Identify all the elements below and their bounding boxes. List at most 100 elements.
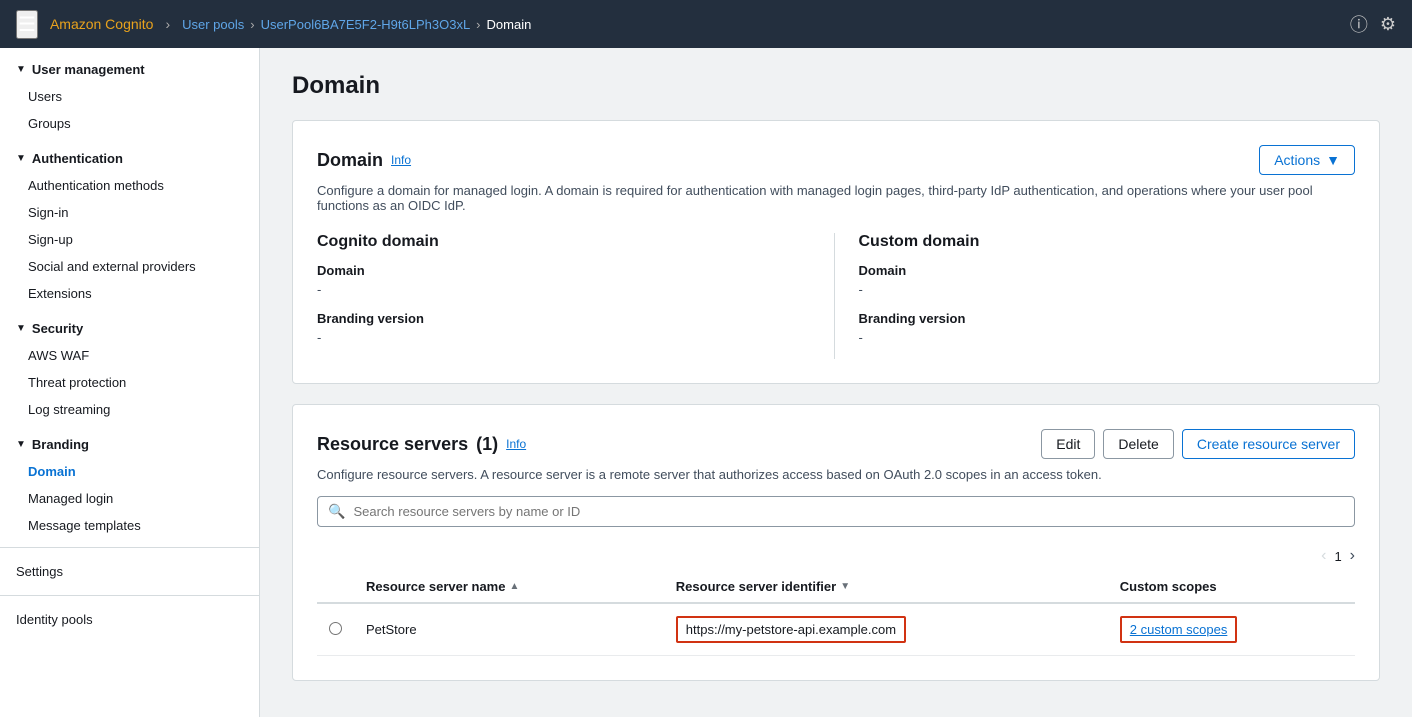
pagination-next-button[interactable]: › (1350, 547, 1355, 565)
page-title: Domain (292, 72, 1380, 100)
rs-card-header: Resource servers (1) Info Edit Delete Cr… (317, 429, 1355, 459)
th-name-label: Resource server name (366, 579, 505, 594)
row-radio-cell (317, 603, 354, 656)
sidebar-section-authentication[interactable]: ▼ Authentication (0, 137, 259, 172)
sidebar-item-managed-login[interactable]: Managed login (0, 485, 259, 512)
row-radio-input[interactable] (329, 622, 342, 635)
sidebar-divider-2 (0, 595, 259, 596)
edit-button[interactable]: Edit (1041, 429, 1095, 459)
sidebar-item-social[interactable]: Social and external providers (0, 253, 259, 280)
domain-card: Domain Info Actions ▼ Configure a domain… (292, 120, 1380, 384)
sidebar-item-identity-pools[interactable]: Identity pools (0, 604, 259, 635)
breadcrumb: User pools › UserPool6BA7E5F2-H9t6LPh3O3… (182, 17, 531, 32)
sidebar-item-settings[interactable]: Settings (0, 556, 259, 587)
th-identifier-label: Resource server identifier (676, 579, 836, 594)
search-bar: 🔍 (317, 496, 1355, 527)
sidebar-item-domain[interactable]: Domain (0, 458, 259, 485)
breadcrumb-arrow-1: › (165, 16, 170, 32)
pagination-prev-button[interactable]: ‹ (1321, 547, 1326, 565)
cognito-branding-label: Branding version (317, 311, 814, 326)
pagination: ‹ 1 › (1321, 547, 1355, 565)
resource-servers-card: Resource servers (1) Info Edit Delete Cr… (292, 404, 1380, 681)
rs-desc: Configure resource servers. A resource s… (317, 467, 1355, 482)
layout: ▼ User management Users Groups ▼ Authent… (0, 48, 1412, 717)
breadcrumb-sep-2: › (476, 17, 480, 32)
cognito-domain-value: - (317, 282, 814, 297)
sidebar-section-branding[interactable]: ▼ Branding (0, 423, 259, 458)
sidebar-item-extensions[interactable]: Extensions (0, 280, 259, 307)
custom-domain-title: Custom domain (859, 233, 1356, 251)
sidebar-section-authentication-label: Authentication (32, 151, 123, 166)
settings-icon-button[interactable]: ⚙ (1380, 11, 1396, 37)
row-scopes-cell: 2 custom scopes (1108, 603, 1355, 656)
custom-branding-label: Branding version (859, 311, 1356, 326)
rs-count: (1) (476, 434, 498, 455)
domain-card-desc: Configure a domain for managed login. A … (317, 183, 1355, 213)
table-row: PetStore https://my-petstore-api.example… (317, 603, 1355, 656)
search-input[interactable] (353, 504, 1344, 519)
actions-button[interactable]: Actions ▼ (1259, 145, 1355, 175)
resource-servers-table: Resource server name ▲ Resource server i… (317, 571, 1355, 656)
sidebar-section-user-management-label: User management (32, 62, 145, 77)
rs-info-button[interactable]: Info (506, 437, 526, 451)
th-name[interactable]: Resource server name ▲ (354, 571, 664, 603)
sidebar-item-waf[interactable]: AWS WAF (0, 342, 259, 369)
sidebar-section-branding-label: Branding (32, 437, 89, 452)
custom-domain-col: Custom domain Domain - Branding version … (834, 233, 1356, 359)
sidebar-section-user-management[interactable]: ▼ User management (0, 48, 259, 83)
sort-arrow-identifier: ▼ (840, 581, 850, 592)
top-nav: ☰ Amazon Cognito › User pools › UserPool… (0, 0, 1412, 48)
breadcrumb-current: Domain (487, 17, 532, 32)
th-scopes: Custom scopes (1108, 571, 1355, 603)
menu-button[interactable]: ☰ (16, 10, 38, 39)
custom-domain-label: Domain (859, 263, 1356, 278)
rs-action-buttons: Edit Delete Create resource server (1041, 429, 1355, 459)
pagination-current: 1 (1334, 549, 1341, 564)
sidebar-item-sign-in[interactable]: Sign-in (0, 199, 259, 226)
row-identifier-cell: https://my-petstore-api.example.com (664, 603, 1108, 656)
sidebar-item-auth-methods[interactable]: Authentication methods (0, 172, 259, 199)
cognito-domain-col: Cognito domain Domain - Branding version… (317, 233, 834, 359)
cognito-branding-value: - (317, 330, 814, 345)
sidebar-item-message-templates[interactable]: Message templates (0, 512, 259, 539)
th-select (317, 571, 354, 603)
brand-link[interactable]: Amazon Cognito (50, 16, 154, 32)
breadcrumb-sep-1: › (250, 17, 254, 32)
rs-title-row: Resource servers (1) Info (317, 434, 526, 455)
rs-title: Resource servers (317, 434, 468, 455)
row-name-cell: PetStore (354, 603, 664, 656)
sort-arrow-name: ▲ (509, 581, 519, 592)
row-identifier: https://my-petstore-api.example.com (676, 616, 906, 643)
custom-branding-value: - (859, 330, 1356, 345)
th-identifier[interactable]: Resource server identifier ▼ (664, 571, 1108, 603)
chevron-down-icon: ▼ (16, 64, 26, 75)
th-scopes-label: Custom scopes (1120, 579, 1217, 594)
row-scopes-link[interactable]: 2 custom scopes (1120, 616, 1238, 643)
sidebar-item-log-streaming[interactable]: Log streaming (0, 396, 259, 423)
breadcrumb-userpools[interactable]: User pools (182, 17, 244, 32)
domain-info-button[interactable]: Info (391, 153, 411, 167)
sidebar-section-security-label: Security (32, 321, 83, 336)
info-icon-button[interactable]: ⓘ (1350, 11, 1368, 37)
sidebar-item-groups[interactable]: Groups (0, 110, 259, 137)
domain-columns: Cognito domain Domain - Branding version… (317, 233, 1355, 359)
breadcrumb-pool[interactable]: UserPool6BA7E5F2-H9t6LPh3O3xL (261, 17, 471, 32)
sidebar-item-users[interactable]: Users (0, 83, 259, 110)
delete-button[interactable]: Delete (1103, 429, 1173, 459)
chevron-down-icon-actions: ▼ (1326, 152, 1340, 168)
sidebar-item-sign-up[interactable]: Sign-up (0, 226, 259, 253)
table-header-row: Resource server name ▲ Resource server i… (317, 571, 1355, 603)
sidebar-divider-1 (0, 547, 259, 548)
sidebar: ▼ User management Users Groups ▼ Authent… (0, 48, 260, 717)
domain-card-title-row: Domain Info (317, 150, 411, 171)
sidebar-item-threat[interactable]: Threat protection (0, 369, 259, 396)
custom-domain-value: - (859, 282, 1356, 297)
top-nav-right: ⓘ ⚙ (1350, 11, 1396, 37)
sidebar-section-security[interactable]: ▼ Security (0, 307, 259, 342)
create-resource-server-button[interactable]: Create resource server (1182, 429, 1355, 459)
chevron-down-icon-branding: ▼ (16, 439, 26, 450)
row-name: PetStore (366, 622, 417, 637)
chevron-down-icon-auth: ▼ (16, 153, 26, 164)
domain-card-title: Domain (317, 150, 383, 171)
cognito-domain-title: Cognito domain (317, 233, 814, 251)
